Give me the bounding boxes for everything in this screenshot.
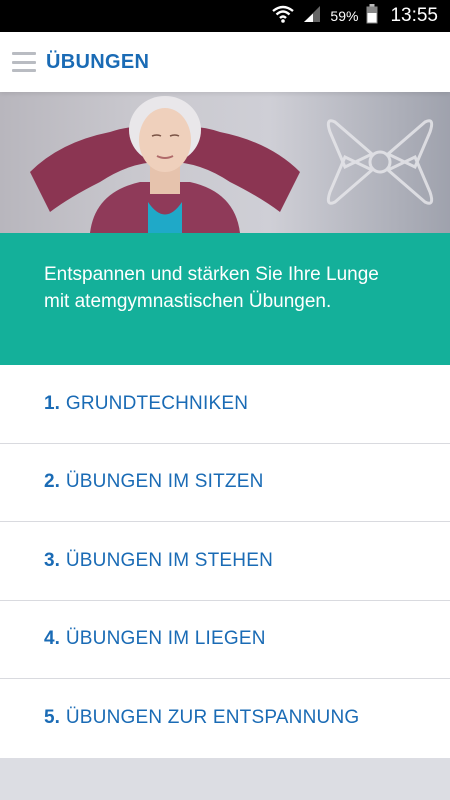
pinwheel-logo-icon (326, 119, 434, 205)
exercise-menu: 1. GRUNDTECHNIKEN 2. ÜBUNGEN IM SITZEN 3… (0, 365, 450, 758)
menu-item-uebungen-im-stehen[interactable]: 3. ÜBUNGEN IM STEHEN (0, 522, 450, 601)
menu-item-label: ÜBUNGEN IM SITZEN (65, 471, 264, 493)
app-bar: ÜBUNGEN (0, 32, 450, 92)
page-title: ÜBUNGEN (46, 50, 150, 73)
wifi-icon (272, 5, 295, 28)
menu-item-label: GRUNDTECHNIKEN (65, 392, 249, 414)
menu-item-number: 4. (44, 628, 60, 650)
menu-item-number: 1. (44, 392, 60, 414)
hero-banner (0, 92, 450, 233)
hamburger-menu-icon[interactable] (2, 32, 46, 92)
menu-item-number: 2. (44, 471, 60, 493)
intro-text: Entspannen und stärken Sie Ihre Lunge mi… (0, 233, 450, 365)
status-bar: 59% 13:55 (0, 0, 450, 32)
battery-icon (366, 3, 378, 29)
menu-item-number: 3. (44, 549, 60, 571)
menu-item-number: 5. (44, 707, 60, 729)
clock: 13:55 (390, 5, 438, 26)
menu-item-grundtechniken[interactable]: 1. GRUNDTECHNIKEN (0, 365, 450, 444)
menu-item-uebungen-zur-entspannung[interactable]: 5. ÜBUNGEN ZUR ENTSPANNUNG (0, 679, 450, 758)
menu-item-label: ÜBUNGEN ZUR ENTSPANNUNG (65, 707, 360, 729)
menu-item-label: ÜBUNGEN IM LIEGEN (65, 628, 266, 650)
woman-breathing-photo (30, 96, 434, 233)
menu-item-label: ÜBUNGEN IM STEHEN (65, 549, 273, 571)
signal-icon (302, 5, 322, 28)
menu-item-uebungen-im-liegen[interactable]: 4. ÜBUNGEN IM LIEGEN (0, 601, 450, 679)
battery-percent: 59% (330, 8, 359, 24)
menu-item-uebungen-im-sitzen[interactable]: 2. ÜBUNGEN IM SITZEN (0, 444, 450, 522)
